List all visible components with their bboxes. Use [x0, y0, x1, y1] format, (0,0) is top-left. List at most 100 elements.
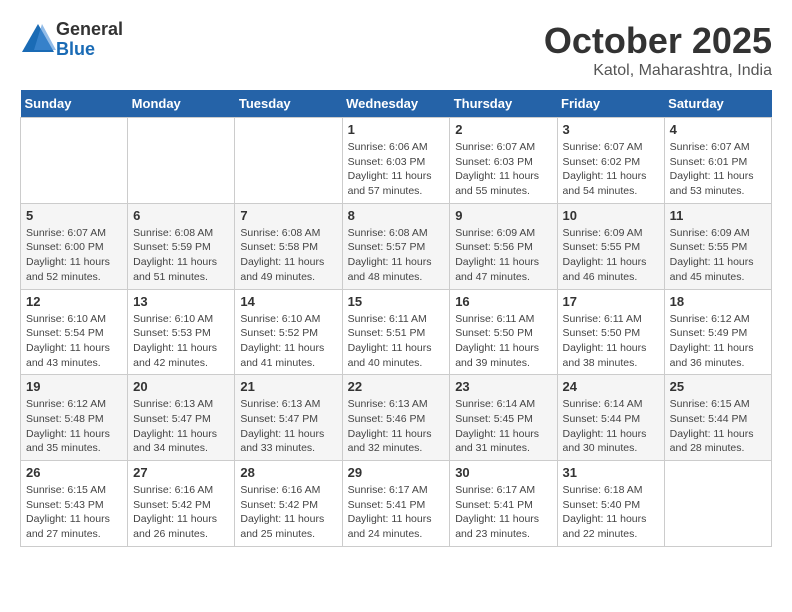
calendar-cell: [235, 118, 342, 204]
calendar-table: SundayMondayTuesdayWednesdayThursdayFrid…: [20, 90, 772, 547]
day-number: 8: [348, 208, 445, 223]
day-number: 14: [240, 294, 336, 309]
day-info: Sunrise: 6:07 AM Sunset: 6:00 PM Dayligh…: [26, 226, 122, 285]
calendar-cell: 14 Sunrise: 6:10 AM Sunset: 5:52 PM Dayli…: [235, 289, 342, 375]
calendar-cell: 26 Sunrise: 6:15 AM Sunset: 5:43 PM Dayli…: [21, 461, 128, 547]
day-info: Sunrise: 6:16 AM Sunset: 5:42 PM Dayligh…: [133, 483, 229, 542]
day-info: Sunrise: 6:10 AM Sunset: 5:54 PM Dayligh…: [26, 312, 122, 371]
day-info: Sunrise: 6:14 AM Sunset: 5:44 PM Dayligh…: [563, 397, 659, 456]
calendar-week-4: 19Sunrise: 6:12 AM Sunset: 5:48 PM Dayli…: [21, 375, 772, 461]
calendar-cell: 10 Sunrise: 6:09 AM Sunset: 5:55 PM Dayli…: [557, 203, 664, 289]
calendar-cell: [664, 461, 771, 547]
calendar-cell: 5 Sunrise: 6:07 AM Sunset: 6:00 PM Daylig…: [21, 203, 128, 289]
day-info: Sunrise: 6:07 AM Sunset: 6:03 PM Dayligh…: [455, 140, 551, 199]
day-number: 6: [133, 208, 229, 223]
day-info: Sunrise: 6:15 AM Sunset: 5:43 PM Dayligh…: [26, 483, 122, 542]
calendar-week-2: 5 Sunrise: 6:07 AM Sunset: 6:00 PM Daylig…: [21, 203, 772, 289]
title-area: October 2025 Katol, Maharashtra, India: [544, 20, 772, 80]
calendar-cell: 29 Sunrise: 6:17 AM Sunset: 5:41 PM Dayli…: [342, 461, 450, 547]
calendar-cell: 28 Sunrise: 6:16 AM Sunset: 5:42 PM Dayli…: [235, 461, 342, 547]
day-number: 27: [133, 465, 229, 480]
page-header: General Blue October 2025 Katol, Maharas…: [20, 20, 772, 80]
weekday-header-thursday: Thursday: [450, 90, 557, 118]
day-number: 9: [455, 208, 551, 223]
day-info: Sunrise: 6:17 AM Sunset: 5:41 PM Dayligh…: [348, 483, 445, 542]
weekday-header-monday: Monday: [128, 90, 235, 118]
day-number: 30: [455, 465, 551, 480]
weekday-header-tuesday: Tuesday: [235, 90, 342, 118]
day-number: 28: [240, 465, 336, 480]
calendar-cell: 19Sunrise: 6:12 AM Sunset: 5:48 PM Dayli…: [21, 375, 128, 461]
calendar-cell: 25 Sunrise: 6:15 AM Sunset: 5:44 PM Dayli…: [664, 375, 771, 461]
calendar-cell: 4Sunrise: 6:07 AM Sunset: 6:01 PM Daylig…: [664, 118, 771, 204]
day-number: 4: [670, 122, 766, 137]
calendar-cell: 30 Sunrise: 6:17 AM Sunset: 5:41 PM Dayli…: [450, 461, 557, 547]
calendar-cell: 1 Sunrise: 6:06 AM Sunset: 6:03 PM Daylig…: [342, 118, 450, 204]
day-number: 25: [670, 379, 766, 394]
calendar-cell: 23 Sunrise: 6:14 AM Sunset: 5:45 PM Dayli…: [450, 375, 557, 461]
calendar-cell: 15Sunrise: 6:11 AM Sunset: 5:51 PM Dayli…: [342, 289, 450, 375]
calendar-cell: [128, 118, 235, 204]
calendar-cell: 7Sunrise: 6:08 AM Sunset: 5:58 PM Daylig…: [235, 203, 342, 289]
calendar-cell: [21, 118, 128, 204]
day-number: 11: [670, 208, 766, 223]
calendar-cell: 13 Sunrise: 6:10 AM Sunset: 5:53 PM Dayli…: [128, 289, 235, 375]
day-info: Sunrise: 6:12 AM Sunset: 5:49 PM Dayligh…: [670, 312, 766, 371]
calendar-cell: 24 Sunrise: 6:14 AM Sunset: 5:44 PM Dayli…: [557, 375, 664, 461]
logo-blue-text: Blue: [56, 40, 123, 60]
day-number: 12: [26, 294, 122, 309]
calendar-cell: 17Sunrise: 6:11 AM Sunset: 5:50 PM Dayli…: [557, 289, 664, 375]
calendar-week-3: 12 Sunrise: 6:10 AM Sunset: 5:54 PM Dayli…: [21, 289, 772, 375]
day-info: Sunrise: 6:13 AM Sunset: 5:46 PM Dayligh…: [348, 397, 445, 456]
day-info: Sunrise: 6:17 AM Sunset: 5:41 PM Dayligh…: [455, 483, 551, 542]
day-number: 16: [455, 294, 551, 309]
day-number: 13: [133, 294, 229, 309]
logo-icon: [20, 22, 56, 58]
day-number: 26: [26, 465, 122, 480]
day-info: Sunrise: 6:11 AM Sunset: 5:50 PM Dayligh…: [563, 312, 659, 371]
day-number: 20: [133, 379, 229, 394]
day-number: 22: [348, 379, 445, 394]
month-title: October 2025: [544, 20, 772, 62]
day-info: Sunrise: 6:14 AM Sunset: 5:45 PM Dayligh…: [455, 397, 551, 456]
day-number: 1: [348, 122, 445, 137]
day-info: Sunrise: 6:16 AM Sunset: 5:42 PM Dayligh…: [240, 483, 336, 542]
calendar-cell: 9 Sunrise: 6:09 AM Sunset: 5:56 PM Daylig…: [450, 203, 557, 289]
day-info: Sunrise: 6:08 AM Sunset: 5:57 PM Dayligh…: [348, 226, 445, 285]
day-info: Sunrise: 6:10 AM Sunset: 5:53 PM Dayligh…: [133, 312, 229, 371]
day-number: 10: [563, 208, 659, 223]
day-number: 2: [455, 122, 551, 137]
calendar-week-5: 26 Sunrise: 6:15 AM Sunset: 5:43 PM Dayli…: [21, 461, 772, 547]
day-number: 23: [455, 379, 551, 394]
day-info: Sunrise: 6:10 AM Sunset: 5:52 PM Dayligh…: [240, 312, 336, 371]
day-info: Sunrise: 6:06 AM Sunset: 6:03 PM Dayligh…: [348, 140, 445, 199]
day-info: Sunrise: 6:15 AM Sunset: 5:44 PM Dayligh…: [670, 397, 766, 456]
calendar-cell: 27 Sunrise: 6:16 AM Sunset: 5:42 PM Dayli…: [128, 461, 235, 547]
weekday-header-sunday: Sunday: [21, 90, 128, 118]
day-number: 5: [26, 208, 122, 223]
weekday-header-wednesday: Wednesday: [342, 90, 450, 118]
day-info: Sunrise: 6:13 AM Sunset: 5:47 PM Dayligh…: [133, 397, 229, 456]
day-info: Sunrise: 6:18 AM Sunset: 5:40 PM Dayligh…: [563, 483, 659, 542]
calendar-cell: 31Sunrise: 6:18 AM Sunset: 5:40 PM Dayli…: [557, 461, 664, 547]
calendar-cell: 6 Sunrise: 6:08 AM Sunset: 5:59 PM Daylig…: [128, 203, 235, 289]
day-info: Sunrise: 6:09 AM Sunset: 5:56 PM Dayligh…: [455, 226, 551, 285]
calendar-cell: 3Sunrise: 6:07 AM Sunset: 6:02 PM Daylig…: [557, 118, 664, 204]
calendar-cell: 21Sunrise: 6:13 AM Sunset: 5:47 PM Dayli…: [235, 375, 342, 461]
day-number: 18: [670, 294, 766, 309]
day-info: Sunrise: 6:09 AM Sunset: 5:55 PM Dayligh…: [670, 226, 766, 285]
day-number: 29: [348, 465, 445, 480]
day-info: Sunrise: 6:09 AM Sunset: 5:55 PM Dayligh…: [563, 226, 659, 285]
day-info: Sunrise: 6:12 AM Sunset: 5:48 PM Dayligh…: [26, 397, 122, 456]
day-number: 24: [563, 379, 659, 394]
day-info: Sunrise: 6:11 AM Sunset: 5:50 PM Dayligh…: [455, 312, 551, 371]
calendar-cell: 16 Sunrise: 6:11 AM Sunset: 5:50 PM Dayli…: [450, 289, 557, 375]
calendar-cell: 20 Sunrise: 6:13 AM Sunset: 5:47 PM Dayli…: [128, 375, 235, 461]
calendar-cell: 11 Sunrise: 6:09 AM Sunset: 5:55 PM Dayli…: [664, 203, 771, 289]
weekday-header-row: SundayMondayTuesdayWednesdayThursdayFrid…: [21, 90, 772, 118]
calendar-cell: 8 Sunrise: 6:08 AM Sunset: 5:57 PM Daylig…: [342, 203, 450, 289]
logo: General Blue: [20, 20, 123, 60]
day-info: Sunrise: 6:08 AM Sunset: 5:59 PM Dayligh…: [133, 226, 229, 285]
calendar-cell: 18 Sunrise: 6:12 AM Sunset: 5:49 PM Dayli…: [664, 289, 771, 375]
location-subtitle: Katol, Maharashtra, India: [544, 62, 772, 80]
